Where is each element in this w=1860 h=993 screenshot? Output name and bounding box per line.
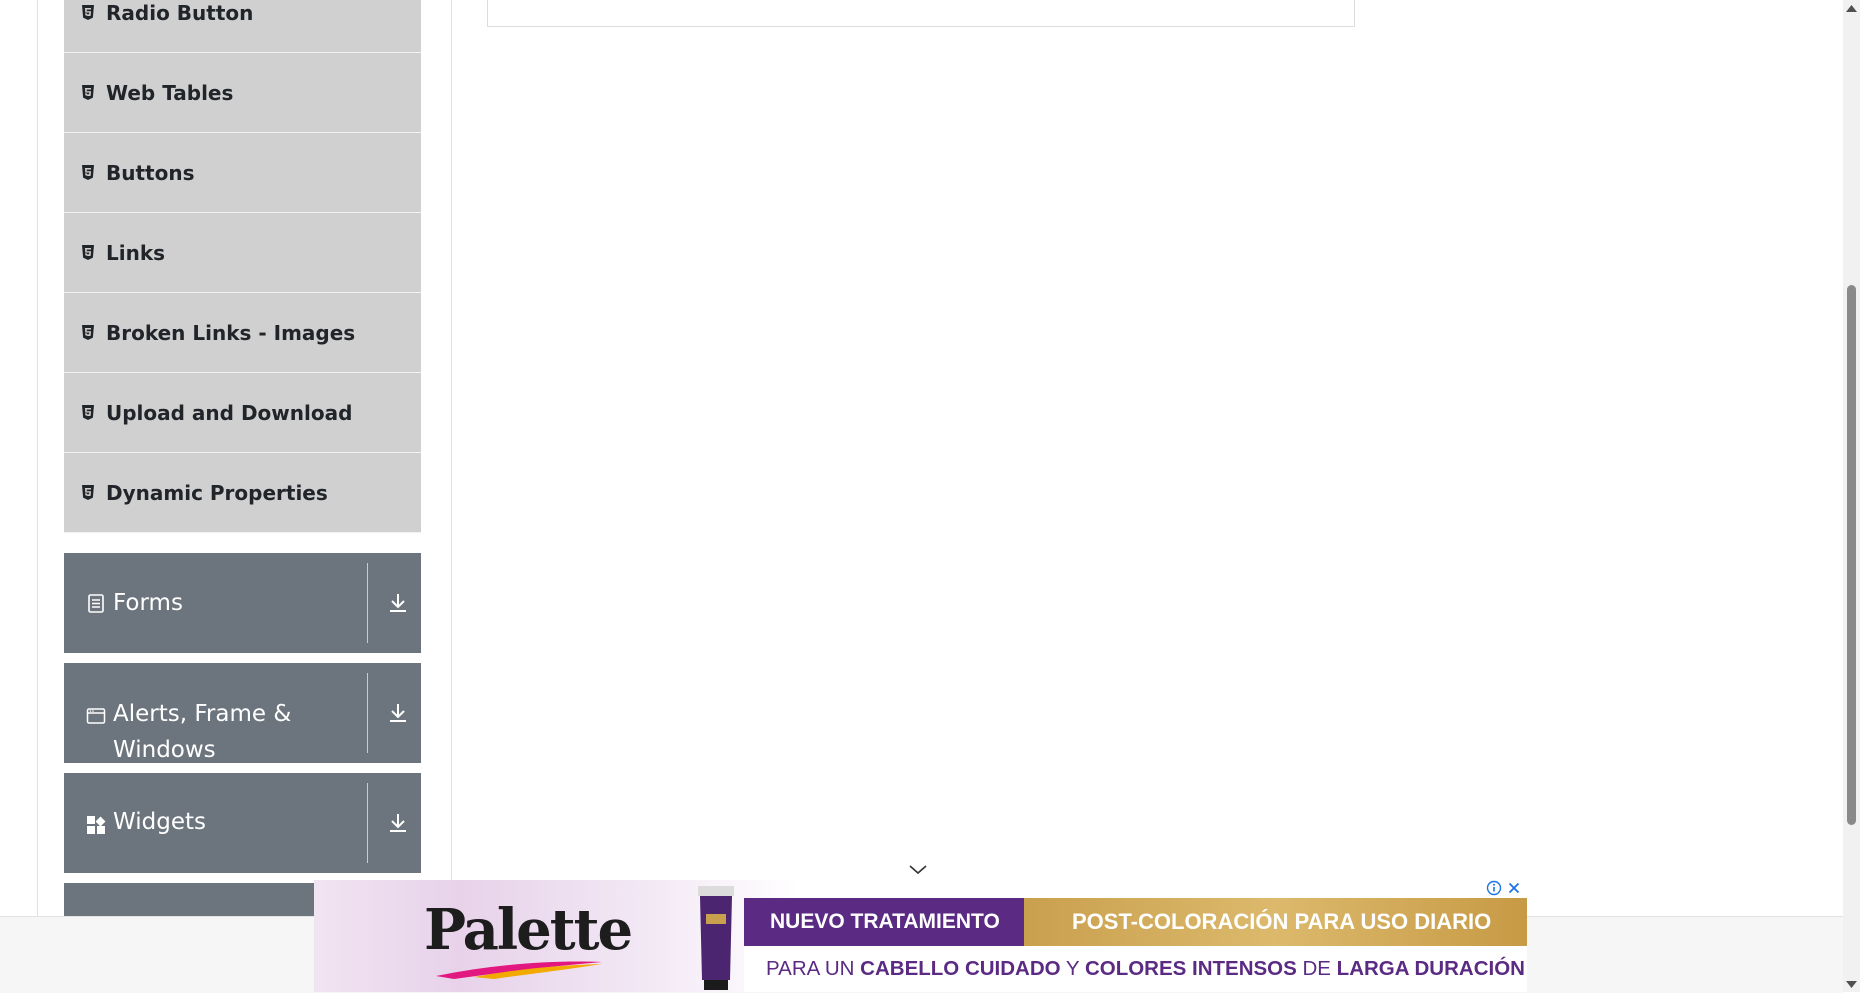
brand-swoosh-icon: [436, 961, 602, 979]
widgets-grid-icon: [87, 816, 106, 834]
group-label-line2: Windows: [113, 737, 216, 763]
ad-tagline-part: Y: [1060, 957, 1085, 980]
group-label-line1: Alerts, Frame &: [113, 701, 292, 727]
ad-info-icon[interactable]: [1486, 880, 1502, 896]
menu-item-links[interactable]: Links: [64, 213, 421, 293]
menu-item-label: Web Tables: [106, 80, 234, 105]
ad-tagline-part: DE: [1296, 957, 1337, 980]
html5-file-icon: [82, 245, 94, 260]
group-header-forms[interactable]: Forms: [64, 553, 421, 653]
ad-headline-2: POST-COLORACIÓN PARA USO DIARIO: [1024, 898, 1527, 946]
menu-item-dynamic-properties[interactable]: Dynamic Properties: [64, 453, 421, 533]
group-header-widgets[interactable]: Widgets: [64, 773, 421, 873]
scrollbar-thumb[interactable]: [1847, 285, 1856, 825]
content-panel: [487, 0, 1355, 27]
group-divider: [367, 563, 368, 643]
html5-file-icon: [82, 485, 94, 500]
menu-item-broken-links-images[interactable]: Broken Links - Images: [64, 293, 421, 373]
banner-ad[interactable]: Palette NUEVO TRATAMIENTO POST-COLORACIÓ…: [314, 880, 1527, 992]
download-arrow-icon[interactable]: [386, 591, 410, 615]
menu-item-upload-and-download[interactable]: Upload and Download: [64, 373, 421, 453]
ad-tagline-part: LARGA DURACIÓN: [1336, 957, 1525, 980]
html5-file-icon: [82, 5, 94, 20]
menu-item-label: Upload and Download: [106, 400, 353, 425]
download-arrow-icon[interactable]: [386, 701, 410, 725]
group-label: Widgets: [113, 809, 206, 835]
ad-headline-1: NUEVO TRATAMIENTO: [744, 898, 1040, 946]
menu-item-web-tables[interactable]: Web Tables: [64, 53, 421, 133]
html5-file-icon: [82, 405, 94, 420]
menu-item-label: Broken Links - Images: [106, 320, 356, 345]
elements-menu-list: Radio Button Web Tables Buttons Links Br…: [64, 0, 421, 533]
html5-file-icon: [82, 165, 94, 180]
close-icon[interactable]: [1506, 880, 1522, 896]
ad-tagline: PARA UN CABELLO CUIDADO Y COLORES INTENS…: [744, 946, 1527, 992]
ad-tagline-part: CABELLO CUIDADO: [860, 957, 1061, 980]
window-icon: [86, 708, 106, 724]
form-document-icon: [88, 594, 104, 613]
group-header-alerts-frame-windows[interactable]: Alerts, Frame & Windows: [64, 663, 421, 763]
menu-item-radio-button[interactable]: Radio Button: [64, 0, 421, 53]
group-label: Forms: [113, 590, 183, 616]
ad-tagline-part: PARA UN: [766, 957, 861, 980]
scroll-down-arrow-icon[interactable]: [1845, 980, 1858, 990]
menu-item-label: Links: [106, 240, 166, 265]
ad-brand: Palette: [424, 897, 633, 963]
product-tube-icon: [698, 886, 734, 990]
menu-item-buttons[interactable]: Buttons: [64, 133, 421, 213]
chevron-down-icon[interactable]: [906, 860, 930, 878]
download-arrow-icon[interactable]: [386, 811, 410, 835]
html5-file-icon: [82, 85, 94, 100]
page-scrollbar[interactable]: [1843, 0, 1860, 992]
menu-item-label: Buttons: [106, 160, 195, 185]
group-divider: [367, 783, 368, 863]
menu-item-label: Radio Button: [106, 1, 254, 25]
scroll-up-arrow-icon[interactable]: [1845, 3, 1858, 13]
html5-file-icon: [82, 325, 94, 340]
ad-tagline-part: COLORES INTENSOS: [1084, 957, 1297, 980]
menu-item-label: Dynamic Properties: [106, 480, 328, 505]
group-divider: [367, 673, 368, 753]
